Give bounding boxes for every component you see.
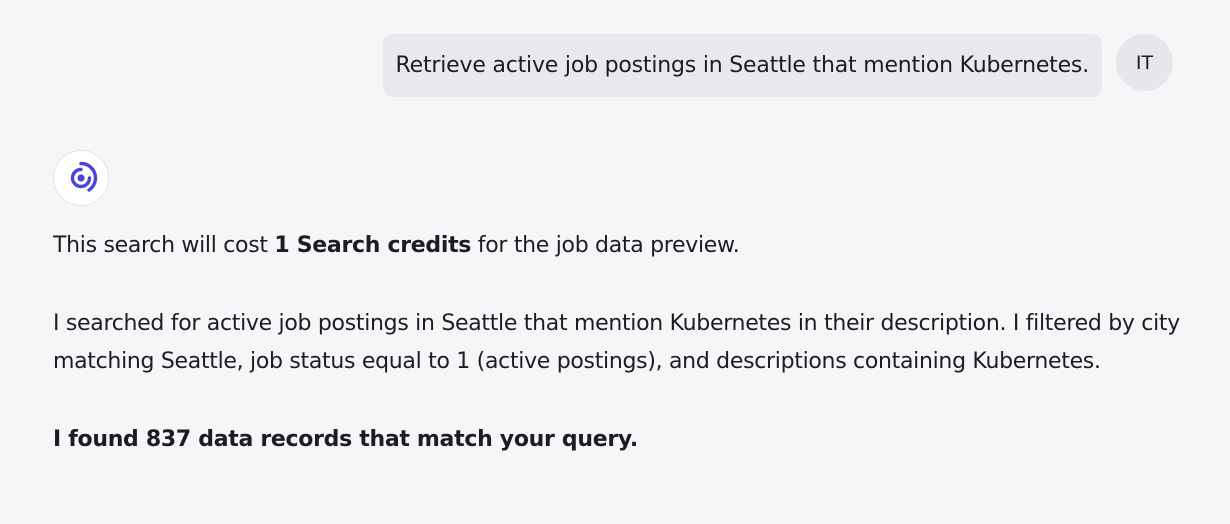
chat-page: Retrieve active job postings in Seattle … [0,0,1230,524]
user-message-row: Retrieve active job postings in Seattle … [382,34,1173,97]
cost-prefix: This search will cost [53,233,275,258]
user-avatar[interactable]: IT [1116,34,1173,91]
assistant-logo-icon [70,161,98,192]
user-message-bubble: Retrieve active job postings in Seattle … [382,34,1102,97]
result-summary: I found 837 data records that match your… [53,427,638,452]
cost-notice: This search will cost 1 Search credits f… [53,227,1183,265]
assistant-avatar [53,150,109,206]
assistant-message: This search will cost 1 Search credits f… [53,227,1183,459]
search-description: I searched for active job postings in Se… [53,311,1180,374]
user-message-text: Retrieve active job postings in Seattle … [395,53,1090,78]
cost-suffix: for the job data preview. [471,233,740,258]
cost-credits: 1 Search credits [274,233,472,258]
user-avatar-initials: IT [1135,51,1154,74]
